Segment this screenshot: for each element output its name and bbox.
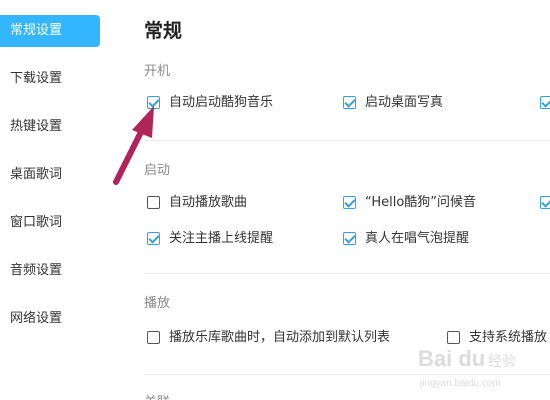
sidebar-item-download[interactable]: 下载设置 bbox=[0, 63, 100, 95]
option-auto-add-default-list[interactable]: 播放乐库歌曲时，自动添加到默认列表 bbox=[147, 329, 437, 347]
sidebar-item-hotkeys[interactable]: 热键设置 bbox=[0, 111, 100, 143]
option-label: 自动播放歌曲 bbox=[169, 195, 248, 210]
option-autoplay[interactable]: 自动播放歌曲 bbox=[147, 194, 327, 212]
sidebar-item-window-lyrics[interactable]: 窗口歌词 bbox=[0, 207, 100, 239]
checkbox-checked[interactable] bbox=[343, 196, 356, 209]
page-title: 常规 bbox=[144, 20, 183, 42]
section-title-startup: 开机 bbox=[144, 64, 171, 79]
checkbox-unchecked[interactable] bbox=[147, 331, 160, 344]
option-label: 自动启动酷狗音乐 bbox=[169, 95, 274, 110]
option-desktop-photo[interactable]: 启动桌面写真 bbox=[343, 94, 503, 112]
checkbox-checked[interactable] bbox=[540, 196, 550, 209]
sidebar-item-general[interactable]: 常规设置 bbox=[0, 15, 100, 47]
option-label: 启动桌面写真 bbox=[365, 95, 444, 110]
annotation-arrow-icon bbox=[113, 106, 154, 185]
option-label: 关注主播上线提醒 bbox=[169, 231, 274, 246]
option-autostart[interactable]: 自动启动酷狗音乐 bbox=[147, 94, 327, 112]
sidebar-item-desktop-lyrics[interactable]: 桌面歌词 bbox=[0, 159, 100, 191]
option-truncated-startup[interactable] bbox=[540, 94, 550, 112]
option-live-singing-bubble[interactable]: 真人在唱气泡提醒 bbox=[343, 230, 523, 248]
svg-text:经验: 经验 bbox=[488, 354, 516, 370]
checkbox-checked[interactable] bbox=[147, 232, 160, 245]
option-hello-greeting[interactable]: “Hello酷狗”问候音 bbox=[343, 194, 523, 212]
option-streamer-online[interactable]: 关注主播上线提醒 bbox=[147, 230, 327, 248]
checkbox-checked[interactable] bbox=[343, 232, 356, 245]
checkbox-checked[interactable] bbox=[343, 96, 356, 109]
svg-text:Bai du: Bai du bbox=[418, 346, 485, 371]
option-label: 播放乐库歌曲时，自动添加到默认列表 bbox=[169, 330, 391, 345]
sidebar-item-audio[interactable]: 音频设置 bbox=[0, 255, 100, 287]
baidu-watermark-logo: Bai du 经验 jingyan.baidu.com bbox=[418, 346, 516, 389]
checkbox-checked[interactable] bbox=[540, 96, 550, 109]
section-divider bbox=[144, 273, 550, 274]
svg-text:jingyan.baidu.com: jingyan.baidu.com bbox=[419, 378, 501, 389]
settings-sidebar: 常规设置 下载设置 热键设置 桌面歌词 窗口歌词 音频设置 网络设置 bbox=[0, 0, 110, 400]
checkbox-unchecked[interactable] bbox=[147, 196, 160, 209]
option-label: 真人在唱气泡提醒 bbox=[365, 231, 470, 246]
option-truncated-launch[interactable] bbox=[540, 194, 550, 212]
option-label: “Hello酷狗”问候音 bbox=[365, 195, 477, 210]
section-divider bbox=[144, 140, 550, 141]
section-title-association: 关联 bbox=[144, 391, 170, 400]
section-title-playback: 播放 bbox=[144, 296, 171, 311]
sidebar-item-network[interactable]: 网络设置 bbox=[0, 303, 100, 335]
